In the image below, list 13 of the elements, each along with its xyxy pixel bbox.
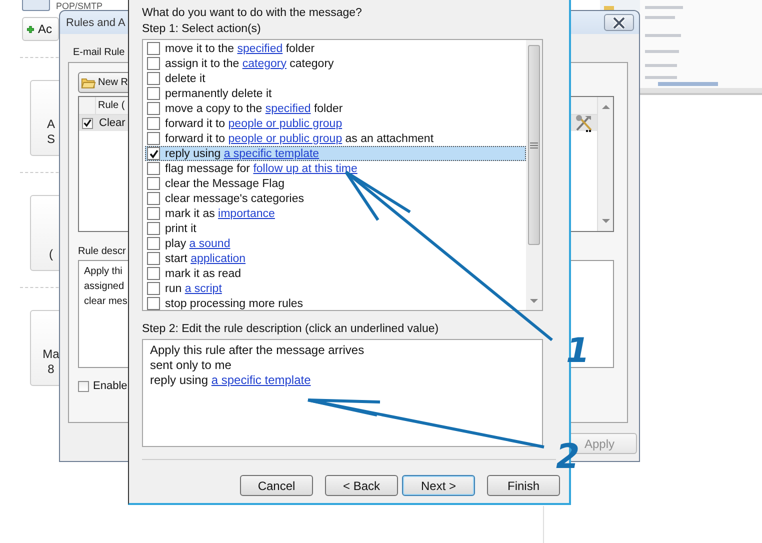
description-line: sent only to me (150, 358, 232, 373)
question-text: What do you want to do with the message? (142, 6, 363, 21)
description-line: clear mes (84, 295, 128, 309)
step-label: Step 2: Edit the rule description (click an underlined value) (142, 322, 440, 337)
account-type-label: POP/SMTP (56, 0, 103, 10)
enable-label: Enable (93, 380, 128, 392)
description-line: assigned (84, 280, 124, 294)
description-line: Apply thi (84, 265, 122, 279)
step-label: Step 1: Select action(s) (142, 22, 262, 37)
description-line: reply using a specific template (150, 373, 312, 388)
window-title: Rules and A (66, 16, 126, 28)
description-line: Apply this rule after the message arrives (150, 343, 366, 358)
description-label: Rule descr (78, 246, 127, 257)
